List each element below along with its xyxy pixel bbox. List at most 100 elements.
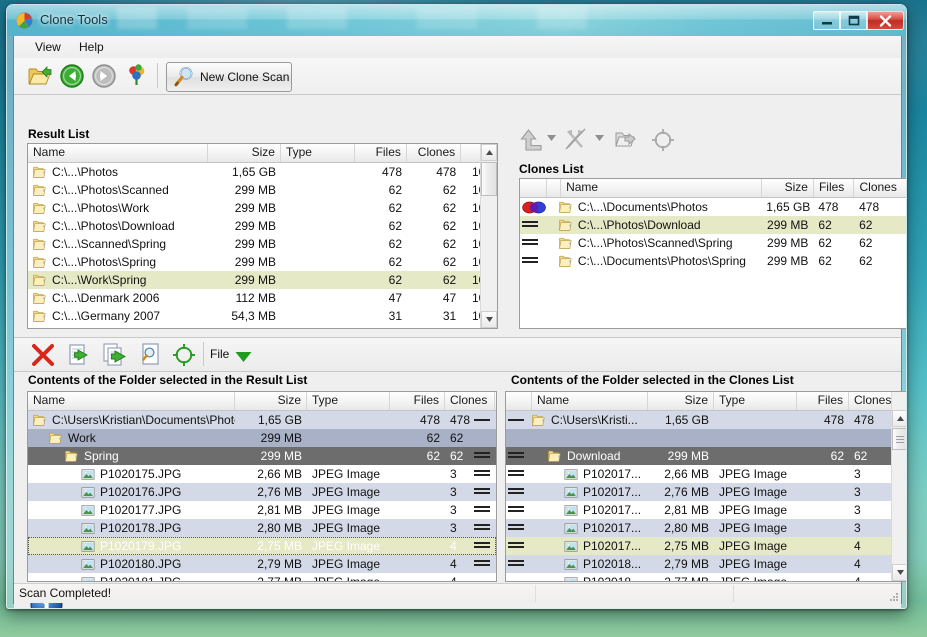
table-row[interactable]: P102018...2,77 MBJPEG Image4	[506, 573, 907, 582]
table-row[interactable]: C:\...\Work\Spring299 MB6262100	[28, 271, 497, 289]
column-header[interactable]: Size	[648, 392, 714, 410]
delete-red-x-icon[interactable]	[30, 342, 56, 368]
open-folder-icon[interactable]	[27, 63, 53, 89]
table-row[interactable]: C:\...\Photos\Work299 MB6262100	[28, 199, 497, 217]
table-row[interactable]	[506, 429, 907, 447]
column-header[interactable]: Files	[355, 144, 406, 162]
column-header[interactable]: Size	[762, 179, 814, 197]
cell-clones: 4	[445, 575, 495, 582]
table-row[interactable]: C:\...\Scanned\Spring299 MB6262100	[28, 235, 497, 253]
clone-folder-contents-list[interactable]: NameSizeTypeFilesClones C:\Users\Kristi.…	[505, 391, 907, 582]
export-icon[interactable]	[613, 126, 641, 154]
table-row[interactable]: C:\Users\Kristian\Documents\Photos1,65 G…	[28, 411, 496, 429]
column-header[interactable]	[520, 179, 547, 197]
table-row[interactable]: P1020175.JPG2,66 MBJPEG Image3	[28, 465, 496, 483]
result-list-scrollbar[interactable]	[480, 144, 497, 328]
maximize-button[interactable]	[840, 11, 867, 30]
scroll-up-button[interactable]	[481, 144, 497, 161]
column-header[interactable]	[547, 179, 561, 197]
copy-file-icon[interactable]	[102, 342, 128, 368]
table-row[interactable]: P102018...2,79 MBJPEG Image4	[506, 555, 907, 573]
column-header[interactable]: Files	[814, 179, 855, 197]
column-header[interactable]: Files	[390, 392, 445, 410]
column-header[interactable]: Type	[281, 144, 355, 162]
back-arrow-icon[interactable]	[59, 63, 85, 89]
column-header[interactable]: Clones	[407, 144, 461, 162]
table-row[interactable]: Download299 MB6262	[506, 447, 907, 465]
delete-clones-dropdown-icon[interactable]	[595, 135, 604, 142]
resize-grip-icon[interactable]	[887, 590, 899, 602]
table-row[interactable]: C:\...\Photos\Scanned299 MB6262100	[28, 181, 497, 199]
move-up-icon[interactable]	[517, 126, 545, 154]
new-clone-scan-button[interactable]: New Clone Scan	[166, 62, 292, 92]
table-row[interactable]: Spring299 MB6262	[28, 447, 496, 465]
table-row[interactable]: P1020176.JPG2,76 MBJPEG Image3	[28, 483, 496, 501]
column-header[interactable]: Name	[561, 179, 762, 197]
table-row[interactable]: P102017...2,81 MBJPEG Image3	[506, 501, 907, 519]
column-header[interactable]: Size	[208, 144, 281, 162]
table-row[interactable]: Work299 MB6262	[28, 429, 496, 447]
clones-list[interactable]: NameSizeFilesClones C:\...\Documents\Pho…	[519, 178, 907, 329]
menu-item-help[interactable]: Help	[72, 39, 111, 55]
cell-type: JPEG Image	[307, 539, 390, 553]
move-up-dropdown-icon[interactable]	[547, 135, 556, 142]
result-folder-contents-list[interactable]: NameSizeTypeFilesClones C:\Users\Kristia…	[27, 391, 497, 582]
clones-list-title: Clones List	[519, 162, 584, 176]
table-row[interactable]: P1020178.JPG2,80 MBJPEG Image3	[28, 519, 496, 537]
table-row[interactable]: C:\...\Photos\Scanned\Spring299 MB6262	[520, 234, 907, 252]
column-header[interactable]: Files	[797, 392, 849, 410]
table-row[interactable]: C:\...\Denmark 2006112 MB4747100	[28, 289, 497, 307]
table-row[interactable]: P1020181.JPG2,77 MBJPEG Image4	[28, 573, 496, 582]
column-header[interactable]: Type	[307, 392, 390, 410]
column-header[interactable]: Clones	[854, 179, 907, 197]
row-name: P102017...	[583, 467, 641, 481]
column-header[interactable]: Name	[28, 392, 235, 410]
column-header[interactable]: Type	[714, 392, 797, 410]
table-row[interactable]: P1020180.JPG2,79 MBJPEG Image4	[28, 555, 496, 573]
table-row[interactable]: C:\...\Photos\Download299 MB6262	[520, 216, 907, 234]
scroll-thumb[interactable]	[892, 428, 907, 450]
column-header[interactable]: Name	[28, 144, 208, 162]
filter-icon[interactable]	[124, 63, 150, 89]
cell-type: JPEG Image	[307, 557, 390, 571]
table-row[interactable]: P102017...2,75 MBJPEG Image4	[506, 537, 907, 555]
table-row[interactable]: P1020177.JPG2,81 MBJPEG Image3	[28, 501, 496, 519]
table-row[interactable]: P1020179.JPG2,75 MBJPEG Image4	[28, 537, 496, 555]
table-row[interactable]: P102017...2,66 MBJPEG Image3	[506, 465, 907, 483]
table-row[interactable]: P102017...2,76 MBJPEG Image3	[506, 483, 907, 501]
locate-target-icon[interactable]	[172, 343, 196, 367]
delete-clones-icon[interactable]	[563, 126, 591, 154]
menu-item-view[interactable]: View	[28, 39, 68, 55]
image-icon	[564, 540, 578, 553]
table-row[interactable]: P102017...2,80 MBJPEG Image3	[506, 519, 907, 537]
table-row[interactable]: C:\Users\Kristi...1,65 GB478478	[506, 411, 907, 429]
table-row[interactable]: C:\...\Photos\Spring299 MB6262100	[28, 253, 497, 271]
preview-file-icon[interactable]	[138, 342, 164, 368]
table-row[interactable]: C:\...\Documents\Photos\Spring299 MB6262	[520, 252, 907, 270]
minimize-button[interactable]	[813, 11, 840, 30]
move-file-icon[interactable]	[66, 342, 92, 368]
result-list[interactable]: NameSizeTypeFilesClones% C:\...\Photos1,…	[27, 143, 498, 329]
column-header[interactable]: Size	[235, 392, 307, 410]
column-header[interactable]: Clones	[445, 392, 495, 410]
table-row[interactable]: C:\...\Hungary Minor54,3 MB3131100	[28, 325, 497, 329]
cell-clones: 478	[854, 200, 907, 214]
column-header[interactable]: Name	[532, 392, 648, 410]
toolbar-separator	[157, 63, 158, 88]
table-row[interactable]: C:\...\Documents\Photos1,65 GB478478	[520, 198, 907, 216]
close-button[interactable]	[867, 11, 904, 30]
table-row[interactable]: C:\...\Photos\Download299 MB6262100	[28, 217, 497, 235]
scroll-thumb[interactable]	[481, 162, 497, 196]
scroll-down-button[interactable]	[481, 311, 497, 328]
scroll-down-button[interactable]	[892, 564, 907, 581]
table-row[interactable]: C:\...\Germany 200754,3 MB3131100	[28, 307, 497, 325]
scroll-up-button[interactable]	[892, 410, 907, 427]
file-menu-label[interactable]: File	[210, 347, 229, 361]
green-triangle-down-icon[interactable]	[235, 351, 252, 363]
table-row[interactable]: C:\...\Photos1,65 GB478478100	[28, 163, 497, 181]
locate-icon[interactable]	[651, 128, 675, 152]
bottom-right-scrollbar[interactable]	[891, 392, 907, 581]
cell-size: 54,3 MB	[208, 327, 281, 329]
column-header[interactable]: Clones	[849, 392, 893, 410]
row-name: P102017...	[583, 521, 641, 535]
